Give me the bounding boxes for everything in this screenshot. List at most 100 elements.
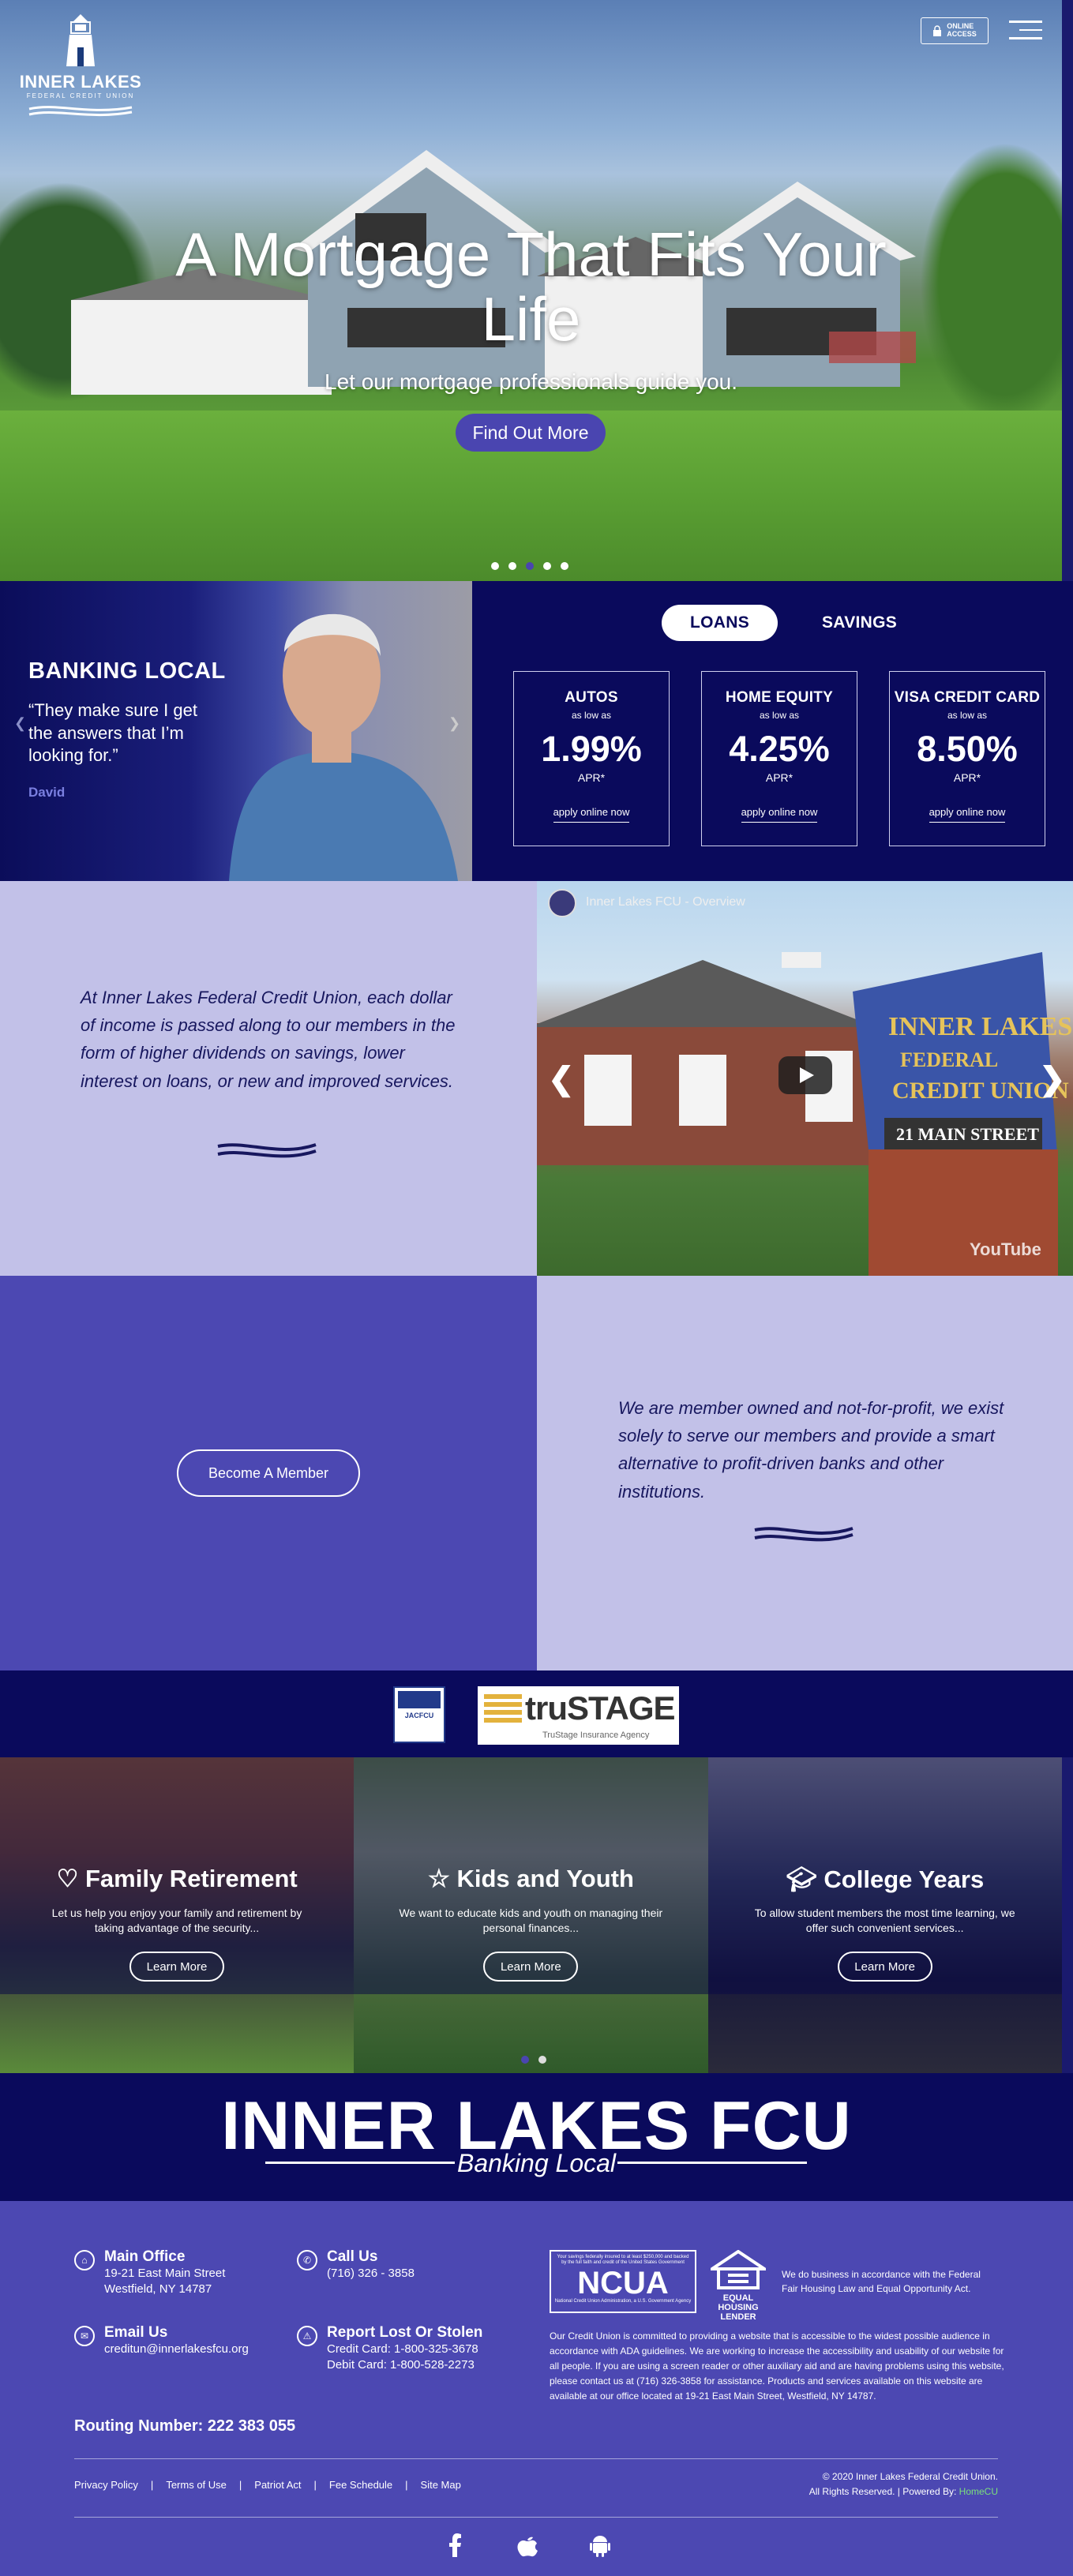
stage-description: To allow student members the most time l… bbox=[754, 1907, 1015, 1934]
rate-card-apr: APR* bbox=[765, 771, 793, 784]
site-map-link[interactable]: Site Map bbox=[421, 2479, 461, 2491]
mission-text: At Inner Lakes Federal Credit Union, eac… bbox=[81, 988, 456, 1091]
menu-icon[interactable] bbox=[1009, 21, 1042, 43]
slider-dot[interactable] bbox=[508, 562, 516, 570]
learn-more-button[interactable]: Learn More bbox=[129, 1952, 224, 1982]
learn-more-button[interactable]: Learn More bbox=[483, 1952, 579, 1982]
apply-online-link[interactable]: apply online now bbox=[741, 806, 818, 823]
rate-card-apr: APR* bbox=[577, 771, 606, 784]
apply-online-link[interactable]: apply online now bbox=[929, 806, 1006, 823]
play-icon[interactable] bbox=[778, 1056, 832, 1094]
site-logo[interactable]: INNER LAKES FEDERAL CREDIT UNION bbox=[17, 13, 144, 117]
site-footer: ⌂ Main Office 19-21 East Main Street Wes… bbox=[0, 2201, 1073, 2576]
phone-icon: ✆ bbox=[297, 2250, 317, 2270]
slider-dot[interactable] bbox=[543, 562, 551, 570]
become-member-button[interactable]: Become A Member bbox=[177, 1449, 360, 1497]
rate-card-name: HOME EQUITY bbox=[725, 689, 834, 706]
overview-video[interactable]: INNER LAKES FEDERAL CREDIT UNION 21 MAIN… bbox=[537, 881, 1073, 1276]
wave-icon bbox=[754, 1527, 854, 1542]
slider-dot[interactable] bbox=[538, 2056, 546, 2064]
main-office-title: Main Office bbox=[104, 2248, 186, 2265]
brand-tagline: Banking Local bbox=[456, 2149, 617, 2177]
slider-dot[interactable] bbox=[491, 562, 499, 570]
tab-loans[interactable]: LOANS bbox=[662, 605, 778, 641]
call-us-title: Call Us bbox=[327, 2248, 378, 2265]
facebook-icon[interactable] bbox=[442, 2533, 467, 2558]
rates-tabs: LOANS SAVINGS bbox=[662, 605, 925, 641]
terms-of-use-link[interactable]: Terms of Use bbox=[166, 2479, 227, 2491]
equal-housing-icon bbox=[707, 2249, 770, 2289]
stage-kids-youth: ☆ Kids and Youth We want to educate kids… bbox=[354, 1757, 708, 2073]
stage-title: ♡ Family Retirement bbox=[56, 1865, 298, 1892]
channel-avatar[interactable] bbox=[548, 889, 576, 917]
youtube-logo[interactable]: YouTube bbox=[970, 1239, 1041, 1260]
wave-icon bbox=[217, 1143, 317, 1158]
lock-icon bbox=[933, 25, 942, 36]
brand-banner: INNER LAKES FCU Banking Local bbox=[0, 2073, 1073, 2201]
video-prev-arrow[interactable]: ❮ bbox=[548, 1061, 575, 1097]
fee-schedule-link[interactable]: Fee Schedule bbox=[329, 2479, 392, 2491]
hero-slider-dots bbox=[491, 562, 568, 570]
call-us-phone[interactable]: (716) 326 - 3858 bbox=[327, 2266, 415, 2282]
graduation-cap-icon: 🎓︎ bbox=[786, 1865, 817, 1893]
privacy-policy-link[interactable]: Privacy Policy bbox=[74, 2479, 138, 2491]
slider-dot[interactable] bbox=[561, 562, 568, 570]
patriot-act-link[interactable]: Patriot Act bbox=[254, 2479, 301, 2491]
online-access-button[interactable]: ONLINE ACCESS bbox=[921, 17, 989, 44]
apple-icon[interactable] bbox=[515, 2533, 540, 2558]
email-title: Email Us bbox=[104, 2324, 168, 2341]
copyright: © 2020 Inner Lakes Federal Credit Union.… bbox=[809, 2471, 998, 2498]
call-us-info: ✆ Call Us (716) 326 - 3858 bbox=[297, 2248, 415, 2282]
rate-card-rate: 1.99% bbox=[541, 729, 642, 769]
report-credit-card[interactable]: Credit Card: 1-800-325-3678 bbox=[327, 2342, 482, 2357]
rate-card-qualifier: as low as bbox=[947, 710, 988, 721]
stages-slider-dots bbox=[521, 2056, 546, 2064]
testimonial-prev-arrow[interactable]: ❮ bbox=[14, 715, 26, 732]
logo-subtitle: FEDERAL CREDIT UNION bbox=[26, 92, 135, 99]
star-icon: ☆ bbox=[428, 1865, 450, 1892]
stage-title: ☆ Kids and Youth bbox=[428, 1865, 634, 1892]
email-info: ✉ Email Us creditun@innerlakesfcu.org bbox=[74, 2324, 249, 2357]
main-office-line1: 19-21 East Main Street bbox=[104, 2267, 226, 2280]
rates-panel: LOANS SAVINGS AUTOS as low as 1.99% APR*… bbox=[472, 581, 1073, 881]
rate-card-visa: VISA CREDIT CARD as low as 8.50% APR* ap… bbox=[889, 671, 1045, 846]
logo-wave-icon bbox=[28, 106, 133, 117]
homecu-link[interactable]: HomeCU bbox=[959, 2486, 998, 2497]
find-out-more-button[interactable]: Find Out More bbox=[456, 414, 606, 452]
stage-college-years: 🎓︎ College Years To allow student member… bbox=[707, 1757, 1062, 2073]
online-access-label: ONLINE ACCESS bbox=[947, 22, 977, 38]
main-office-info: ⌂ Main Office 19-21 East Main Street Wes… bbox=[74, 2248, 225, 2298]
slider-dot[interactable] bbox=[526, 562, 534, 570]
testimonial-next-arrow[interactable]: ❯ bbox=[448, 715, 460, 732]
tab-savings[interactable]: SAVINGS bbox=[793, 605, 925, 641]
tagline-rule-right bbox=[617, 2162, 807, 2164]
hero-subtitle: Let our mortgage professionals guide you… bbox=[325, 369, 737, 394]
report-debit-card[interactable]: Debit Card: 1-800-528-2273 bbox=[327, 2357, 482, 2373]
become-member-panel: Become A Member bbox=[0, 1276, 537, 1670]
banking-local-testimonial: ❮ ❯ BANKING LOCAL “They make sure I get … bbox=[0, 581, 472, 881]
member-owned-text: We are member owned and not-for-profit, … bbox=[618, 1398, 1004, 1502]
life-stages: ♡ Family Retirement Let us help you enjo… bbox=[0, 1757, 1062, 2073]
android-icon[interactable] bbox=[587, 2533, 613, 2558]
rate-card-rate: 4.25% bbox=[729, 729, 830, 769]
video-title[interactable]: Inner Lakes FCU - Overview bbox=[586, 895, 745, 909]
email-address[interactable]: creditun@innerlakesfcu.org bbox=[104, 2342, 249, 2357]
learn-more-button[interactable]: Learn More bbox=[837, 1952, 932, 1982]
jacfcu-logo[interactable]: JACFCU bbox=[393, 1686, 445, 1743]
stage-title: 🎓︎ College Years bbox=[786, 1865, 985, 1893]
rate-card-qualifier: as low as bbox=[571, 710, 612, 721]
video-next-arrow[interactable]: ❯ bbox=[1039, 1061, 1066, 1097]
heart-icon: ♡ bbox=[56, 1865, 79, 1892]
trustage-logo[interactable]: truSTAGE TruStage Insurance Agency bbox=[478, 1686, 679, 1745]
stage-family-retirement: ♡ Family Retirement Let us help you enjo… bbox=[0, 1757, 355, 2073]
stage-description: We want to educate kids and youth on man… bbox=[399, 1907, 663, 1934]
rate-card-qualifier: as low as bbox=[759, 710, 800, 721]
footer-divider bbox=[74, 2517, 998, 2518]
slider-dot[interactable] bbox=[521, 2056, 529, 2064]
footer-links: Privacy Policy | Terms of Use | Patriot Ac… bbox=[74, 2479, 461, 2491]
mission-statement: At Inner Lakes Federal Credit Union, eac… bbox=[0, 881, 537, 1276]
apply-online-link[interactable]: apply online now bbox=[553, 806, 630, 823]
hero-title: A Mortgage That Fits Your Life bbox=[175, 219, 887, 354]
banking-local-heading: BANKING LOCAL bbox=[28, 658, 226, 684]
rate-card-autos: AUTOS as low as 1.99% APR* apply online … bbox=[513, 671, 670, 846]
